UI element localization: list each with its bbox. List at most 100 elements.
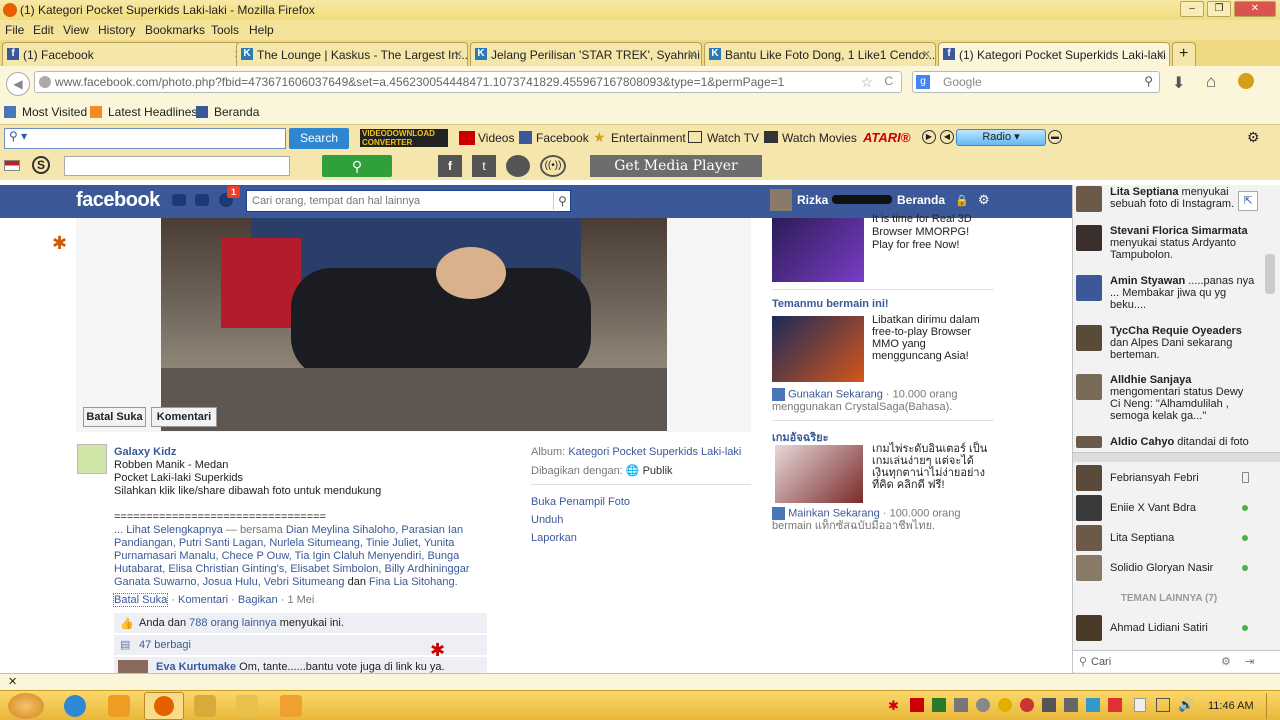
tray-icon[interactable] xyxy=(910,698,924,712)
ad-heading[interactable]: Temanmu bermain ini! xyxy=(772,298,889,310)
chat-friend[interactable]: Lita Septiana xyxy=(1076,525,1266,551)
tab-bantu-like[interactable]: K Bantu Like Foto Dong, 1 Like1 Cendo... ✕ xyxy=(704,42,936,66)
ticker-item[interactable]: TycCha Requie Oyeaders dan Alpes Dani se… xyxy=(1076,325,1256,361)
chat-hide-icon[interactable]: ⇥ xyxy=(1245,655,1254,668)
new-tab-button[interactable]: + xyxy=(1172,42,1196,66)
tray-icon[interactable] xyxy=(976,698,990,712)
menu-edit[interactable]: Edit xyxy=(33,23,54,37)
menu-tools[interactable]: Tools xyxy=(211,23,239,37)
volume-icon[interactable]: ◀ xyxy=(940,130,954,144)
google-engine-icon[interactable]: g xyxy=(916,75,930,89)
flag-icon[interactable] xyxy=(1134,698,1146,712)
avatar[interactable] xyxy=(1076,275,1102,301)
ad-image[interactable] xyxy=(772,316,864,382)
clock[interactable]: 11:46 AM xyxy=(1208,700,1254,712)
chat-friend[interactable]: Eniie X Vant Bdra xyxy=(1076,495,1266,521)
ad-image[interactable] xyxy=(772,218,864,282)
facebook-search-icon[interactable]: ⚲ xyxy=(553,192,571,210)
toolbar-entertainment[interactable]: Entertainment xyxy=(611,131,686,145)
toolbar-videos[interactable]: Videos xyxy=(478,131,514,145)
tray-icon[interactable] xyxy=(1042,698,1056,712)
toolbar-atari[interactable]: ATARI® xyxy=(863,130,910,145)
ticker-item[interactable]: Aldio Cahyo ditandai di foto xyxy=(1076,436,1256,448)
menu-view[interactable]: View xyxy=(63,23,89,37)
ie-icon[interactable] xyxy=(64,695,86,717)
likers-link[interactable]: 788 orang lainnya xyxy=(189,617,276,629)
skype-style-icon[interactable]: S xyxy=(32,156,50,174)
photo-comment-button[interactable]: Komentari xyxy=(151,407,217,427)
photo[interactable] xyxy=(161,218,667,431)
web-search-input[interactable]: g Google ⚲ xyxy=(912,71,1160,93)
ad-action-link[interactable]: Gunakan Sekarang xyxy=(788,388,883,400)
start-button[interactable] xyxy=(8,693,44,719)
radio-stop-icon[interactable]: ▬ xyxy=(1048,130,1062,144)
ticker-item[interactable]: Alldhie Sanjaya mengomentari status Dewy… xyxy=(1076,374,1256,422)
show-desktop-button[interactable] xyxy=(1266,693,1278,719)
comment-link[interactable]: Komentari xyxy=(178,594,228,606)
ad-image[interactable] xyxy=(775,445,863,503)
address-bar[interactable]: www.facebook.com/photo.php?fbid=47367160… xyxy=(34,71,902,93)
network-icon[interactable] xyxy=(1156,698,1170,712)
menu-help[interactable]: Help xyxy=(249,23,274,37)
avatar[interactable] xyxy=(770,189,792,211)
media-arrow-icon[interactable] xyxy=(506,155,530,177)
see-more-link[interactable]: ... Lihat Selengkapnya xyxy=(114,524,223,536)
ad-heading[interactable]: เกมอัจฉริยะ xyxy=(772,428,828,446)
facebook-logo[interactable]: facebook xyxy=(76,189,160,212)
toolbar-search-input[interactable]: ⚲ ▾ xyxy=(4,128,286,149)
privacy-value[interactable]: Publik xyxy=(643,465,673,477)
comment-author[interactable]: Eva Kurtumake xyxy=(156,661,236,673)
media-search-button[interactable]: ⚲ xyxy=(322,155,392,177)
tray-icon[interactable] xyxy=(1064,698,1078,712)
media-player-icon[interactable] xyxy=(108,695,130,717)
minimize-button[interactable]: – xyxy=(1180,1,1204,17)
broadcast-icon[interactable]: ((•)) xyxy=(540,155,566,177)
home-link[interactable]: Beranda xyxy=(897,193,945,207)
taskbar-firefox[interactable] xyxy=(144,692,184,720)
open-viewer-link[interactable]: Buka Penampil Foto xyxy=(531,496,630,508)
back-button[interactable]: ◀ xyxy=(6,72,30,96)
menu-bookmarks[interactable]: Bookmarks xyxy=(145,23,205,37)
privacy-shortcuts-icon[interactable]: 🔒 xyxy=(955,194,969,207)
toolbar-settings-icon[interactable]: ⚙ xyxy=(1247,129,1260,146)
report-link[interactable]: Laporkan xyxy=(531,532,577,544)
ticker-resize-handle[interactable] xyxy=(1073,452,1280,462)
ticker-item[interactable]: Amin Styawan .....panas nya ... Membakar… xyxy=(1076,275,1256,311)
unlike-link[interactable]: Batal Suka xyxy=(113,593,169,607)
avatar[interactable] xyxy=(1076,436,1102,448)
download-icon[interactable]: ⬇ xyxy=(1172,73,1185,93)
tray-icon[interactable] xyxy=(1086,698,1100,712)
home-icon[interactable]: ⌂ xyxy=(1206,72,1216,92)
tagged-last[interactable]: Fina Lia Sitohang. xyxy=(369,576,458,588)
tray-icon[interactable] xyxy=(932,698,946,712)
facebook-search-input[interactable]: Cari orang, tempat dan hal lainnya xyxy=(246,190,571,212)
close-tab-icon[interactable]: ✕ xyxy=(1156,48,1165,61)
media-player-plugin-button[interactable]: Get Media Player Plugin xyxy=(590,155,762,196)
toolbar-watch-movies[interactable]: Watch Movies xyxy=(782,131,857,145)
bookmark-star-icon[interactable]: ☆ xyxy=(860,74,873,91)
app-icon[interactable] xyxy=(194,695,216,717)
ad-text[interactable]: เกมไพ่ระดับอินเตอร์ เป็นเกมเล่นง่ายๆ แต่… xyxy=(872,443,990,491)
twitter-icon[interactable]: t xyxy=(472,155,496,177)
shares-link[interactable]: 47 berbagi xyxy=(139,639,191,651)
app-icon[interactable] xyxy=(280,695,302,717)
post-date[interactable]: 1 Mei xyxy=(287,594,314,606)
avatar[interactable] xyxy=(1076,186,1102,212)
facebook-share-icon[interactable]: f xyxy=(438,155,462,177)
tab-kategori-active[interactable]: f (1) Kategori Pocket Superkids Laki-laki… xyxy=(938,42,1170,66)
friend-requests-icon[interactable] xyxy=(172,194,186,206)
chat-options-icon[interactable]: ⚙ xyxy=(1221,655,1231,668)
album-link[interactable]: Kategori Pocket Superkids Laki-laki xyxy=(568,446,741,458)
share-link[interactable]: Bagikan xyxy=(238,594,278,606)
ticker-scrollbar[interactable] xyxy=(1265,254,1275,294)
bookmark-latest-headlines[interactable]: Latest Headlines xyxy=(108,105,197,119)
flag-icon[interactable] xyxy=(4,160,20,171)
chat-friend[interactable]: Febriansyah Febri xyxy=(1076,465,1266,491)
chat-friend[interactable]: Solidio Gloryan Nasir xyxy=(1076,555,1266,581)
menu-file[interactable]: File xyxy=(5,23,24,37)
messages-icon[interactable] xyxy=(195,194,209,206)
radio-play-icon[interactable]: ▶ xyxy=(922,130,936,144)
radio-dropdown[interactable]: Radio ▾ xyxy=(956,129,1046,146)
tray-icon[interactable] xyxy=(998,698,1012,712)
toolbar-facebook[interactable]: Facebook xyxy=(536,131,589,145)
